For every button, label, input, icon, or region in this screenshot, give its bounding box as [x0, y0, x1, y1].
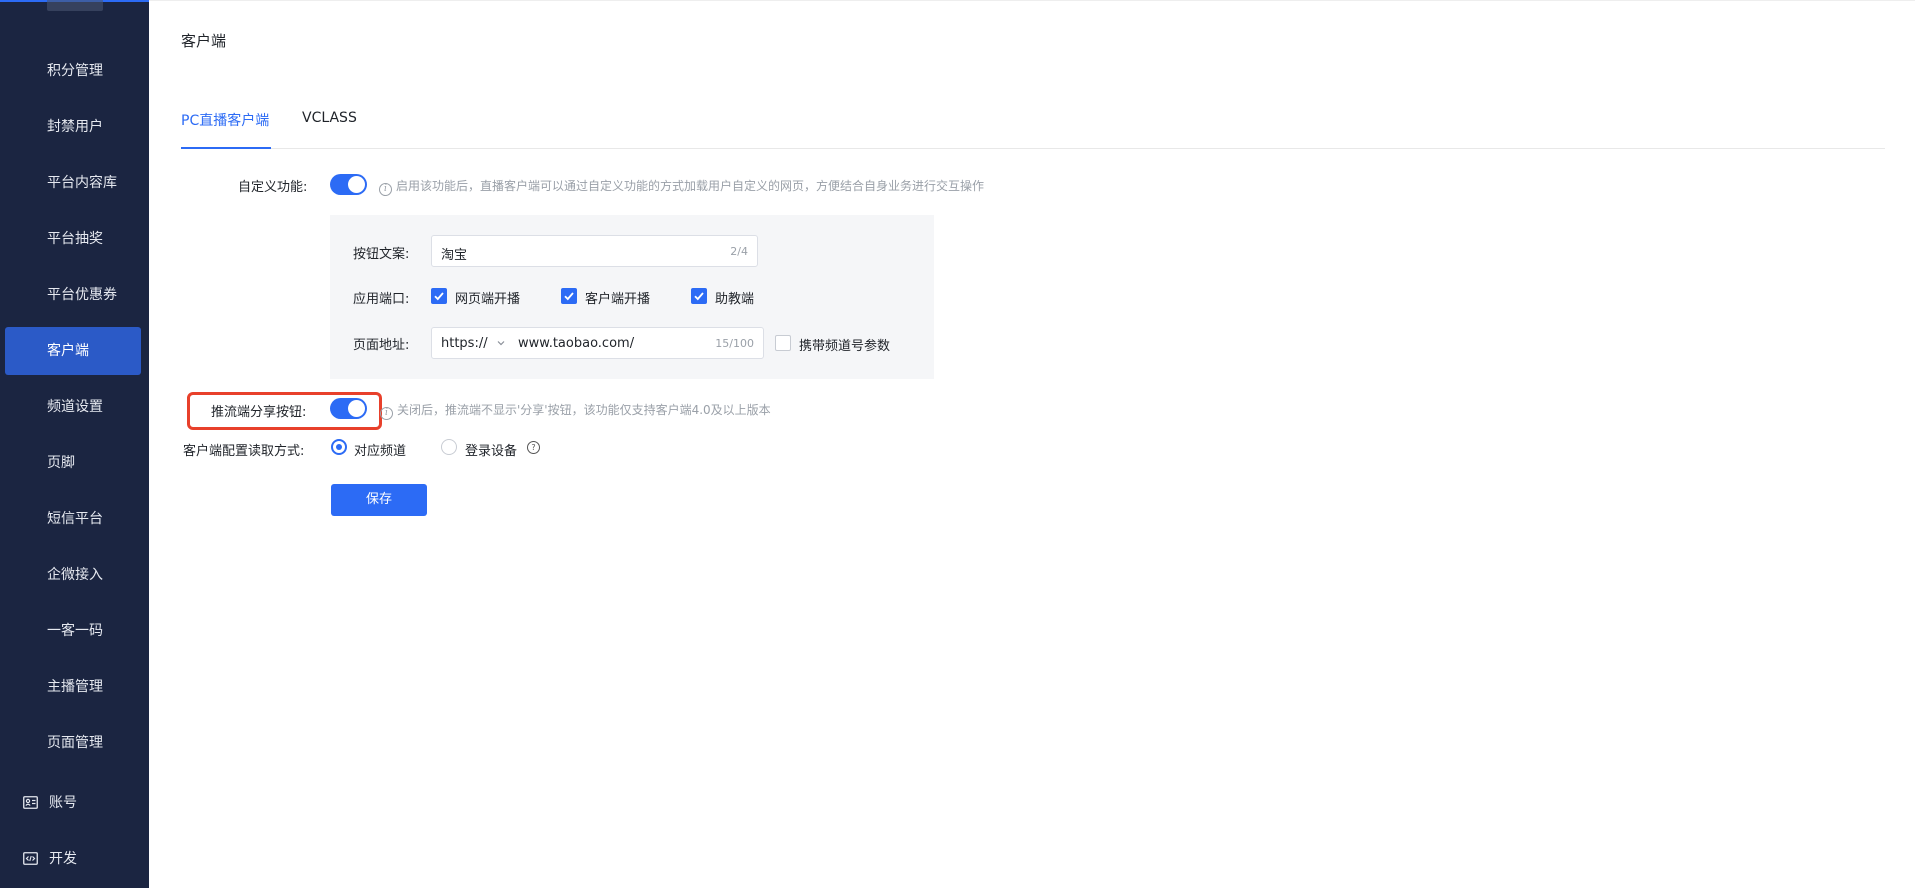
tab-pc-client[interactable]: PC直播客户端: [181, 110, 269, 130]
top-divider: [149, 0, 1915, 1]
page-url-counter: 15/100: [715, 337, 754, 350]
sidebar-item-channel-settings[interactable]: 频道设置: [0, 383, 149, 431]
sidebar-item-banned-users[interactable]: 封禁用户: [0, 103, 149, 151]
sidebar-item-label: 主播管理: [47, 679, 103, 695]
id-card-icon: [23, 796, 38, 809]
read-mode-device-radio[interactable]: [441, 439, 457, 455]
main-content: 客户端 PC直播客户端 VCLASS: [149, 0, 1915, 888]
check-icon: [694, 292, 704, 301]
carry-param-checkbox[interactable]: [775, 335, 791, 351]
page-title: 客户端: [181, 32, 227, 50]
tab-label: PC直播客户端: [181, 113, 270, 129]
sidebar-item-label: 平台内容库: [47, 175, 117, 191]
button-text-counter: 2/4: [730, 245, 748, 258]
sidebar-item-label: 封禁用户: [47, 119, 103, 135]
custom-feature-label: 自定义功能:: [238, 180, 308, 195]
share-button-hint-text: 关闭后，推流端不显示'分享'按钮，该功能仅支持客户端4.0及以上版本: [397, 403, 771, 417]
switch-knob: [348, 176, 365, 193]
sidebar-item-label: 短信平台: [47, 511, 103, 527]
sidebar-item-anchors[interactable]: 主播管理: [0, 663, 149, 711]
sidebar-item-partial[interactable]: [0, 0, 149, 20]
custom-feature-switch[interactable]: [330, 174, 367, 195]
port-assistant-checkbox[interactable]: [691, 288, 707, 304]
save-button[interactable]: 保存: [331, 484, 427, 516]
sidebar-item-content-library[interactable]: 平台内容库: [0, 159, 149, 207]
sidebar-item-partial-label: [47, 0, 103, 11]
port-client-label: 客户端开播: [585, 292, 651, 307]
info-icon: i: [379, 183, 392, 196]
chevron-down-icon[interactable]: [495, 337, 507, 349]
tab-label: VCLASS: [302, 110, 357, 126]
sidebar-item-lottery[interactable]: 平台抽奖: [0, 215, 149, 263]
sidebar-item-label: 账号: [49, 795, 77, 811]
share-button-label: 推流端分享按钮:: [211, 405, 307, 420]
sidebar-item-label: 开发: [49, 851, 77, 867]
port-assistant-label: 助教端: [715, 292, 755, 307]
sidebar-item-label: 页脚: [47, 455, 75, 471]
sidebar-item-label: 平台优惠券: [47, 287, 117, 303]
share-button-switch[interactable]: [330, 398, 367, 419]
page-url-input[interactable]: https:// www.taobao.com/ 15/100: [431, 327, 764, 359]
tab-bar: PC直播客户端 VCLASS: [181, 96, 1885, 149]
question-icon[interactable]: ?: [527, 441, 540, 454]
share-button-hint: i 关闭后，推流端不显示'分享'按钮，该功能仅支持客户端4.0及以上版本: [380, 401, 771, 420]
sidebar-item-label: 客户端: [47, 343, 89, 359]
check-icon: [564, 292, 574, 301]
sidebar-item-points[interactable]: 积分管理: [0, 47, 149, 95]
button-text-input[interactable]: 淘宝 2/4: [431, 235, 758, 267]
tab-vclass[interactable]: VCLASS: [302, 110, 357, 126]
sidebar-item-develop[interactable]: 开发: [0, 835, 149, 883]
sidebar-item-label: 企微接入: [47, 567, 103, 583]
sidebar-item-label: 积分管理: [47, 63, 103, 79]
sidebar-item-coupons[interactable]: 平台优惠券: [0, 271, 149, 319]
page-url-label: 页面地址:: [353, 338, 410, 353]
sidebar-item-label: 页面管理: [47, 735, 103, 751]
sidebar-item-pages[interactable]: 页面管理: [0, 719, 149, 767]
port-web-checkbox[interactable]: [431, 288, 447, 304]
sidebar-item-label: 一客一码: [47, 623, 103, 639]
code-icon: [23, 852, 38, 865]
sidebar-item-label: 频道设置: [47, 399, 103, 415]
sidebar-item-qrcode[interactable]: 一客一码: [0, 607, 149, 655]
sidebar-item-wecom[interactable]: 企微接入: [0, 551, 149, 599]
read-mode-channel-label: 对应频道: [354, 444, 407, 459]
sidebar-item-sms[interactable]: 短信平台: [0, 495, 149, 543]
read-mode-label: 客户端配置读取方式:: [183, 444, 305, 459]
custom-feature-hint: i 启用该功能后，直播客户端可以通过自定义功能的方式加载用户自定义的网页，方便结合…: [379, 177, 984, 196]
sidebar-item-label: 平台抽奖: [47, 231, 103, 247]
read-mode-channel-radio[interactable]: [331, 439, 347, 455]
port-client-checkbox[interactable]: [561, 288, 577, 304]
sidebar-item-client[interactable]: 客户端: [5, 327, 141, 375]
info-icon: i: [380, 407, 393, 420]
tab-active-indicator: [181, 147, 271, 149]
sidebar-item-account[interactable]: 账号: [0, 779, 149, 827]
port-web-label: 网页端开播: [455, 292, 521, 307]
sidebar-item-footer[interactable]: 页脚: [0, 439, 149, 487]
switch-knob: [348, 400, 365, 417]
button-text-label: 按钮文案:: [353, 247, 410, 262]
url-protocol-select[interactable]: https://: [441, 336, 488, 351]
button-text-value: 淘宝: [441, 248, 468, 263]
page-url-value: www.taobao.com/: [518, 336, 635, 351]
carry-param-label: 携带频道号参数: [799, 339, 891, 354]
sidebar: 积分管理 封禁用户 平台内容库 平台抽奖 平台优惠券 客户端 频道设置 页脚 短…: [0, 0, 149, 888]
custom-feature-hint-text: 启用该功能后，直播客户端可以通过自定义功能的方式加载用户自定义的网页，方便结合自…: [396, 179, 985, 193]
ports-label: 应用端口:: [353, 292, 410, 307]
read-mode-device-label: 登录设备: [465, 444, 518, 459]
check-icon: [434, 292, 444, 301]
